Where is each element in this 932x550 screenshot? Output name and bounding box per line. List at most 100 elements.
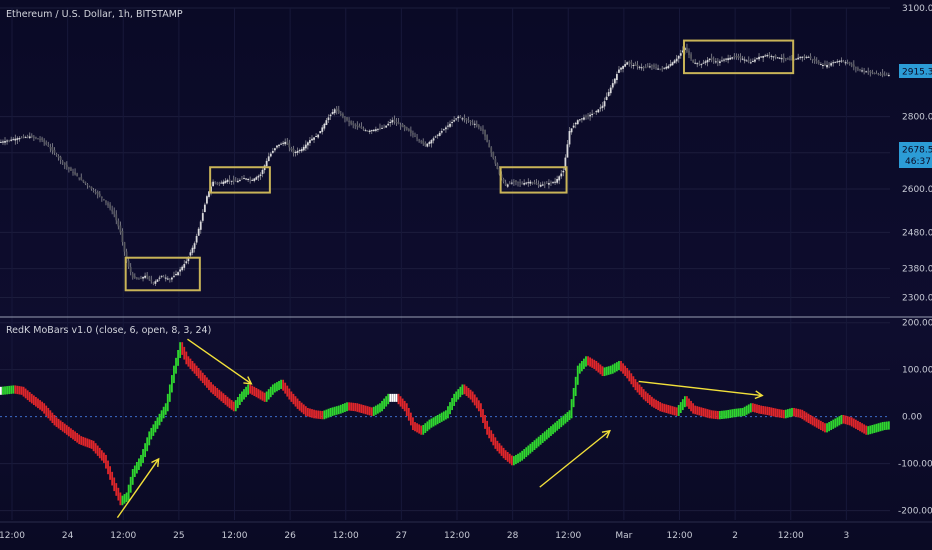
mobar bbox=[61, 422, 64, 432]
candle-body bbox=[10, 139, 13, 141]
mobar bbox=[160, 410, 163, 422]
candle-body bbox=[506, 184, 509, 187]
candle-body bbox=[535, 183, 538, 185]
mobar bbox=[601, 366, 604, 377]
mobar bbox=[531, 442, 534, 452]
mobar bbox=[2, 386, 4, 395]
mobar bbox=[727, 409, 730, 419]
candle-body bbox=[100, 196, 103, 198]
mobar bbox=[657, 400, 659, 411]
candle-body bbox=[245, 178, 247, 180]
mobar bbox=[515, 454, 517, 465]
candle-body bbox=[556, 179, 559, 183]
candle-body bbox=[236, 180, 239, 183]
candle-body bbox=[613, 78, 616, 84]
mobar bbox=[793, 407, 795, 417]
mobar bbox=[539, 434, 542, 445]
candle-body bbox=[865, 71, 868, 73]
candle-body bbox=[129, 266, 132, 273]
mobar bbox=[146, 437, 149, 452]
mobar bbox=[449, 402, 451, 415]
candle-body bbox=[442, 129, 445, 131]
mobar bbox=[333, 406, 336, 416]
mobar bbox=[506, 451, 509, 462]
mobar bbox=[269, 386, 272, 398]
mobar bbox=[218, 389, 221, 400]
candle-body bbox=[434, 136, 437, 138]
candle-body bbox=[698, 62, 701, 64]
candle-body bbox=[72, 171, 74, 173]
mobar bbox=[719, 411, 721, 420]
mobar bbox=[140, 454, 142, 467]
candle-body bbox=[4, 141, 6, 143]
candle-body bbox=[315, 136, 318, 138]
candle-body bbox=[337, 109, 340, 113]
mobar bbox=[197, 368, 200, 379]
mobar bbox=[873, 424, 876, 433]
time-tick-label: 28 bbox=[507, 531, 519, 541]
mobar bbox=[527, 445, 530, 456]
mobar bbox=[265, 391, 268, 402]
candle-body bbox=[257, 175, 260, 178]
time-axis[interactable]: 12:00 24 12:00 25 12:00 26 12:00 27 12:00 28 12:00… bbox=[0, 531, 849, 541]
mobar bbox=[416, 423, 418, 433]
mobar bbox=[144, 443, 147, 458]
mobar bbox=[181, 342, 184, 355]
candle-body bbox=[531, 182, 534, 184]
mobar bbox=[271, 384, 274, 395]
mobar bbox=[315, 410, 318, 419]
candle-body bbox=[743, 59, 746, 61]
indicator-axis[interactable]: 200.00 100.00 0.00 -100.00 -200.00 bbox=[898, 319, 932, 517]
candle-body bbox=[327, 117, 330, 121]
mobar bbox=[368, 406, 371, 416]
mobar bbox=[55, 417, 58, 427]
mobar bbox=[133, 465, 136, 478]
mobar bbox=[105, 454, 107, 469]
mobar bbox=[863, 424, 866, 434]
mobar bbox=[438, 413, 441, 423]
candle-body bbox=[741, 58, 744, 60]
mobar bbox=[53, 415, 56, 426]
candle-body bbox=[55, 154, 58, 156]
candle-body bbox=[175, 274, 177, 275]
mobar bbox=[142, 449, 144, 463]
candle-body bbox=[867, 71, 870, 73]
mobar bbox=[135, 461, 138, 474]
candle-body bbox=[467, 120, 470, 122]
mobar bbox=[348, 402, 350, 411]
price-tick-label: 2600.00 bbox=[902, 185, 932, 195]
mobar bbox=[403, 400, 406, 412]
candle-body bbox=[620, 67, 622, 70]
mobar bbox=[385, 396, 388, 407]
candle-body bbox=[43, 140, 46, 143]
candle-body bbox=[306, 142, 309, 146]
mobar bbox=[754, 403, 756, 413]
mobar bbox=[457, 389, 460, 400]
mobar bbox=[508, 453, 511, 464]
mobar bbox=[673, 406, 676, 416]
candle-body bbox=[601, 105, 604, 108]
mobar bbox=[686, 396, 688, 407]
mobar bbox=[138, 458, 140, 470]
mobar bbox=[545, 429, 548, 440]
candle-body bbox=[181, 266, 184, 271]
mobars-series bbox=[0, 342, 890, 506]
time-tick-label: 12:00 bbox=[667, 531, 693, 541]
mobar bbox=[290, 391, 293, 402]
indicator-tick-label: -100.00 bbox=[898, 460, 932, 470]
candle-body bbox=[570, 128, 573, 133]
candle-body bbox=[449, 123, 451, 127]
candle-body bbox=[653, 65, 655, 67]
mobar bbox=[638, 384, 641, 395]
mobar bbox=[780, 409, 783, 418]
mobar bbox=[401, 398, 404, 409]
mobar bbox=[119, 492, 122, 506]
candle-body bbox=[651, 65, 653, 67]
mobar bbox=[127, 484, 130, 501]
mobar bbox=[409, 412, 412, 426]
candle-body bbox=[238, 179, 241, 181]
candle-body bbox=[471, 122, 474, 124]
candle-body bbox=[158, 277, 161, 279]
mobar bbox=[607, 366, 610, 375]
candle-body bbox=[57, 155, 60, 158]
